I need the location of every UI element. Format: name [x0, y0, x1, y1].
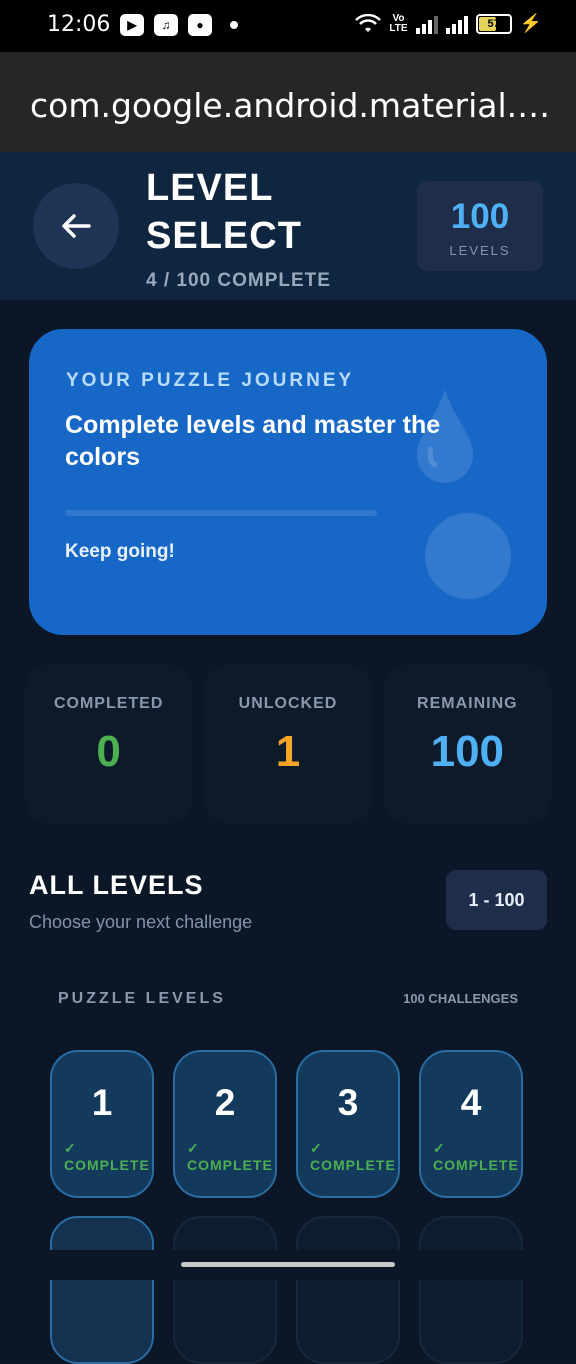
url-text: com.google.android.material.… — [30, 86, 551, 125]
volte-icon: Vo LTE — [389, 12, 408, 34]
level-tile-5[interactable] — [50, 1216, 154, 1364]
level-tile-1[interactable]: 1 ✓ COMPLETE — [50, 1050, 154, 1198]
charging-icon: ⚡ — [519, 13, 542, 33]
page-title: LEVEL SELECT — [146, 167, 302, 257]
stat-label: REMAINING — [417, 695, 518, 712]
journey-card: YOUR PUZZLE JOURNEY Complete levels and … — [29, 329, 547, 635]
level-number: 3 — [337, 1082, 359, 1123]
stat-remaining: REMAINING 100 — [383, 665, 551, 823]
wifi-icon — [355, 13, 382, 32]
notification-icons: ▶ ♫ ● — [120, 14, 238, 36]
youtube-icon: ▶ — [120, 14, 144, 36]
browser-url-bar[interactable]: com.google.android.material.… — [0, 52, 576, 152]
stat-label: UNLOCKED — [238, 695, 338, 712]
levels-count-label: LEVELS — [449, 243, 511, 258]
signal-icon-1 — [415, 14, 438, 34]
level-status: ✓ COMPLETE — [187, 1140, 273, 1173]
stat-label: COMPLETED — [53, 695, 164, 712]
level-number: 4 — [460, 1082, 482, 1123]
level-tile-8[interactable] — [419, 1216, 523, 1364]
levels-count: 100 — [450, 197, 510, 236]
journey-kicker: YOUR PUZZLE JOURNEY — [66, 370, 355, 391]
stat-value: 1 — [275, 727, 301, 776]
app-notification-icon: ♫ — [154, 14, 178, 36]
back-button[interactable] — [33, 183, 119, 269]
water-drop-icon — [417, 389, 473, 483]
level-tile-4[interactable]: 4 ✓ COMPLETE — [419, 1050, 523, 1198]
stat-value: 100 — [430, 727, 505, 776]
system-icons: Vo LTE 57 ⚡ — [355, 13, 542, 34]
completion-subtitle: 4 / 100 COMPLETE — [146, 270, 331, 291]
status-time: 12:06 — [47, 12, 111, 37]
level-status: ✓ COMPLETE — [310, 1140, 396, 1173]
section-subtitle: Choose your next challenge — [29, 912, 253, 932]
journey-progress-bar — [65, 510, 377, 516]
group-count: 100 CHALLENGES — [403, 991, 518, 1006]
level-status: ✓ COMPLETE — [64, 1140, 150, 1173]
level-status: ✓ COMPLETE — [433, 1140, 519, 1173]
signal-icon-2 — [445, 14, 468, 34]
home-indicator[interactable] — [181, 1262, 395, 1267]
level-number: 1 — [91, 1082, 113, 1123]
level-range-button[interactable]: 1 - 100 — [446, 870, 547, 930]
battery-icon: 57 — [475, 13, 512, 34]
level-number: 2 — [214, 1082, 236, 1123]
arrow-left-icon — [62, 214, 91, 238]
stat-completed: COMPLETED 0 — [25, 665, 193, 823]
levels-count-badge: 100 LEVELS — [417, 181, 543, 271]
journey-message: Keep going! — [65, 541, 175, 562]
stat-unlocked: UNLOCKED 1 — [204, 665, 372, 823]
section-title: ALL LEVELS — [29, 870, 204, 900]
level-tile-3[interactable]: 3 ✓ COMPLETE — [296, 1050, 400, 1198]
stats-row: COMPLETED 0 UNLOCKED 1 REMAINING 100 — [25, 665, 551, 823]
group-label: PUZZLE LEVELS — [58, 990, 226, 1007]
decorative-circle — [425, 513, 511, 599]
status-bar: 12:06 ▶ ♫ ● Vo LTE 57 ⚡ — [0, 0, 576, 52]
game-notification-icon: ● — [188, 14, 212, 36]
level-tile-2[interactable]: 2 ✓ COMPLETE — [173, 1050, 277, 1198]
level-tile-7[interactable] — [296, 1216, 400, 1364]
more-notifications-dot — [230, 21, 238, 29]
stat-value: 0 — [96, 727, 121, 776]
level-tile-6[interactable] — [173, 1216, 277, 1364]
